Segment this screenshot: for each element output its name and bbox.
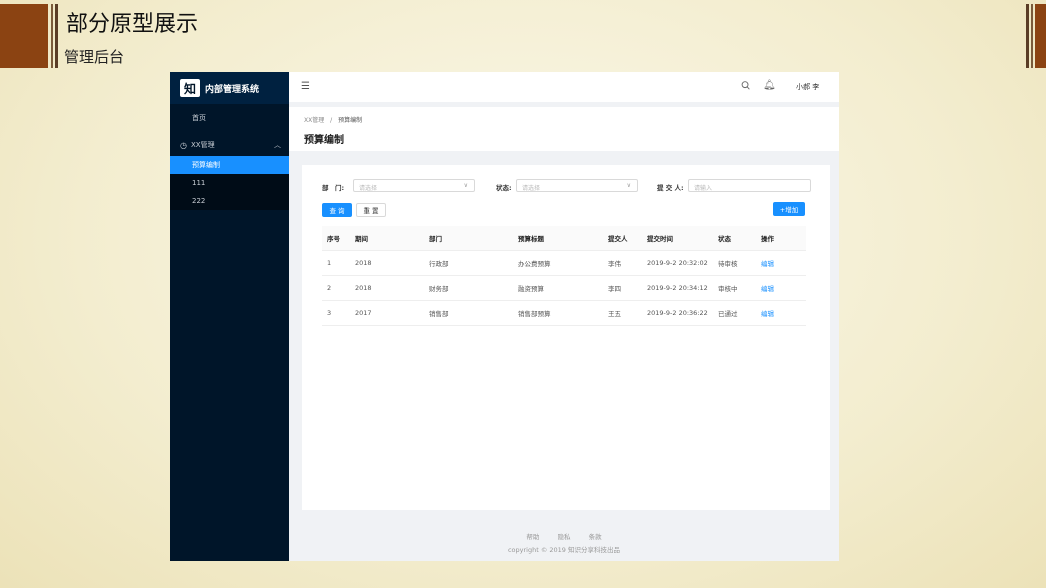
column-header[interactable]: 序号 — [322, 226, 350, 251]
table-cell: 2018 — [350, 250, 424, 276]
column-header[interactable]: 提交人 — [603, 226, 642, 251]
dept-placeholder: 请选择 — [359, 185, 378, 192]
sidebar-item-home[interactable]: 首页 — [170, 108, 289, 128]
left-accent-block — [0, 4, 48, 68]
top-header: ☰ 🔔︎ 小郝 李 — [289, 72, 839, 102]
logo-icon: 知 — [180, 79, 200, 97]
logo[interactable]: 知 内部管理系统 — [170, 72, 289, 104]
column-header[interactable]: 提交时间 — [642, 226, 713, 251]
app-name: 内部管理系统 — [205, 84, 260, 95]
status-label: 状态: — [496, 184, 512, 192]
edit-link[interactable]: 编辑 — [756, 275, 806, 301]
breadcrumb-current: 预算编制 — [338, 117, 363, 124]
filter-form: 部 门: 请选择 ∨ 状态: 请选择 ∨ 提 交 人: 请输入 — [322, 179, 812, 193]
chevron-down-icon: ∨ — [626, 182, 631, 189]
sidebar-item-label: 111 — [192, 179, 206, 187]
query-button[interactable]: 查 询 — [322, 203, 352, 217]
status-select[interactable]: 请选择 ∨ — [516, 179, 638, 192]
table-cell: 3 — [322, 300, 350, 326]
sidebar-item-111[interactable]: 111 — [170, 174, 289, 192]
submitter-placeholder: 请输入 — [694, 185, 713, 192]
reset-button[interactable]: 重 置 — [356, 203, 386, 217]
footer-links: 帮助 隐私 条款 — [289, 531, 839, 541]
table-cell: 销售部 — [424, 300, 513, 326]
table-row[interactable]: 3 2017 销售部 销售部预算 王五 2019-9-2 20:36:22 已通… — [322, 300, 806, 326]
sidebar-item-label: 222 — [192, 197, 206, 205]
dashboard-icon: ◷ — [180, 140, 187, 150]
sidebar-menu: 首页 ◷ XX管理 ︿ 预算编制 111 222 — [170, 108, 289, 210]
column-header[interactable]: 期间 — [350, 226, 424, 251]
table-cell: 行政部 — [424, 250, 513, 276]
edit-link[interactable]: 编辑 — [756, 250, 806, 276]
sidebar-group-xx[interactable]: ◷ XX管理 ︿ — [170, 134, 289, 156]
chevron-down-icon: ∨ — [463, 182, 468, 189]
table-row[interactable]: 1 2018 行政部 办公费预算 李伟 2019-9-2 20:32:02 待审… — [322, 250, 806, 276]
slide-subtitle: 管理后台 — [64, 48, 125, 66]
table-cell: 李伟 — [603, 250, 642, 276]
page-title: 预算编制 — [304, 135, 344, 146]
page-header: XX管理 / 预算编制 预算编制 — [289, 107, 839, 151]
left-accent-bar — [55, 4, 58, 68]
footer-link-help[interactable]: 帮助 — [526, 533, 539, 541]
table-cell: 2018 — [350, 275, 424, 301]
user-menu[interactable]: 小郝 李 — [796, 82, 819, 92]
column-header[interactable]: 状态 — [713, 226, 756, 251]
left-accent-bar — [51, 4, 53, 68]
budget-table: 序号 期间 部门 预算标题 提交人 提交时间 状态 操作 1 2018 行政部 … — [322, 226, 806, 326]
table-cell: 财务部 — [424, 275, 513, 301]
table-cell: 融资预算 — [513, 275, 603, 301]
footer-link-terms[interactable]: 条款 — [589, 533, 602, 541]
table-header-row: 序号 期间 部门 预算标题 提交人 提交时间 状态 操作 — [322, 226, 806, 251]
table-cell: 2019-9-2 20:32:02 — [642, 250, 713, 276]
submitter-label: 提 交 人: — [657, 184, 684, 192]
add-button[interactable]: +增加 — [773, 202, 805, 216]
table-cell: 已通过 — [713, 300, 756, 326]
table-cell: 2017 — [350, 300, 424, 326]
column-header[interactable]: 预算标题 — [513, 226, 603, 251]
dept-label: 部 门: — [322, 184, 345, 192]
slide-title: 部分原型展示 — [66, 12, 199, 37]
sidebar-group-label: XX管理 — [190, 141, 215, 149]
breadcrumb-parent[interactable]: XX管理 — [304, 117, 324, 124]
sidebar-item-label: 首页 — [192, 114, 206, 122]
right-accent-bar — [1026, 4, 1029, 68]
table-cell: 2019-9-2 20:34:12 — [642, 275, 713, 301]
right-accent-bar — [1031, 4, 1033, 68]
sidebar: 知 内部管理系统 首页 ◷ XX管理 ︿ 预算编制 111 222 — [170, 72, 289, 561]
footer-link-privacy[interactable]: 隐私 — [558, 533, 571, 541]
submitter-input[interactable]: 请输入 — [688, 179, 811, 192]
edit-link[interactable]: 编辑 — [756, 300, 806, 326]
sidebar-item-label: 预算编制 — [192, 161, 220, 169]
table-cell: 办公费预算 — [513, 250, 603, 276]
table-cell: 待审核 — [713, 250, 756, 276]
table-cell: 李四 — [603, 275, 642, 301]
bell-icon[interactable]: 🔔︎ — [763, 80, 776, 91]
search-icon[interactable] — [741, 80, 750, 92]
breadcrumb-separator: / — [330, 117, 333, 124]
table-cell: 审核中 — [713, 275, 756, 301]
chevron-up-icon: ︿ — [274, 141, 281, 149]
breadcrumb: XX管理 / 预算编制 — [304, 115, 362, 124]
column-header[interactable]: 操作 — [756, 226, 806, 251]
table-cell: 2 — [322, 275, 350, 301]
table-cell: 1 — [322, 250, 350, 276]
table-cell: 王五 — [603, 300, 642, 326]
content-card: 部 门: 请选择 ∨ 状态: 请选择 ∨ 提 交 人: 请输入 查 询 重 置 … — [302, 165, 830, 510]
table-cell: 2019-9-2 20:36:22 — [642, 300, 713, 326]
dept-select[interactable]: 请选择 ∨ — [353, 179, 475, 192]
admin-app-frame: 知 内部管理系统 首页 ◷ XX管理 ︿ 预算编制 111 222 ☰ 🔔︎ 小… — [170, 72, 839, 561]
status-placeholder: 请选择 — [522, 185, 541, 192]
table-row[interactable]: 2 2018 财务部 融资预算 李四 2019-9-2 20:34:12 审核中… — [322, 275, 806, 301]
sidebar-item-222[interactable]: 222 — [170, 192, 289, 210]
sidebar-item-budget[interactable]: 预算编制 — [170, 156, 289, 174]
right-accent-block — [1035, 4, 1046, 68]
copyright: copyright © 2019 知识分享科技出品 — [507, 546, 621, 554]
column-header[interactable]: 部门 — [424, 226, 513, 251]
table-cell: 销售部预算 — [513, 300, 603, 326]
menu-fold-icon[interactable]: ☰ — [301, 81, 310, 92]
submenu: 预算编制 111 222 — [170, 156, 289, 210]
